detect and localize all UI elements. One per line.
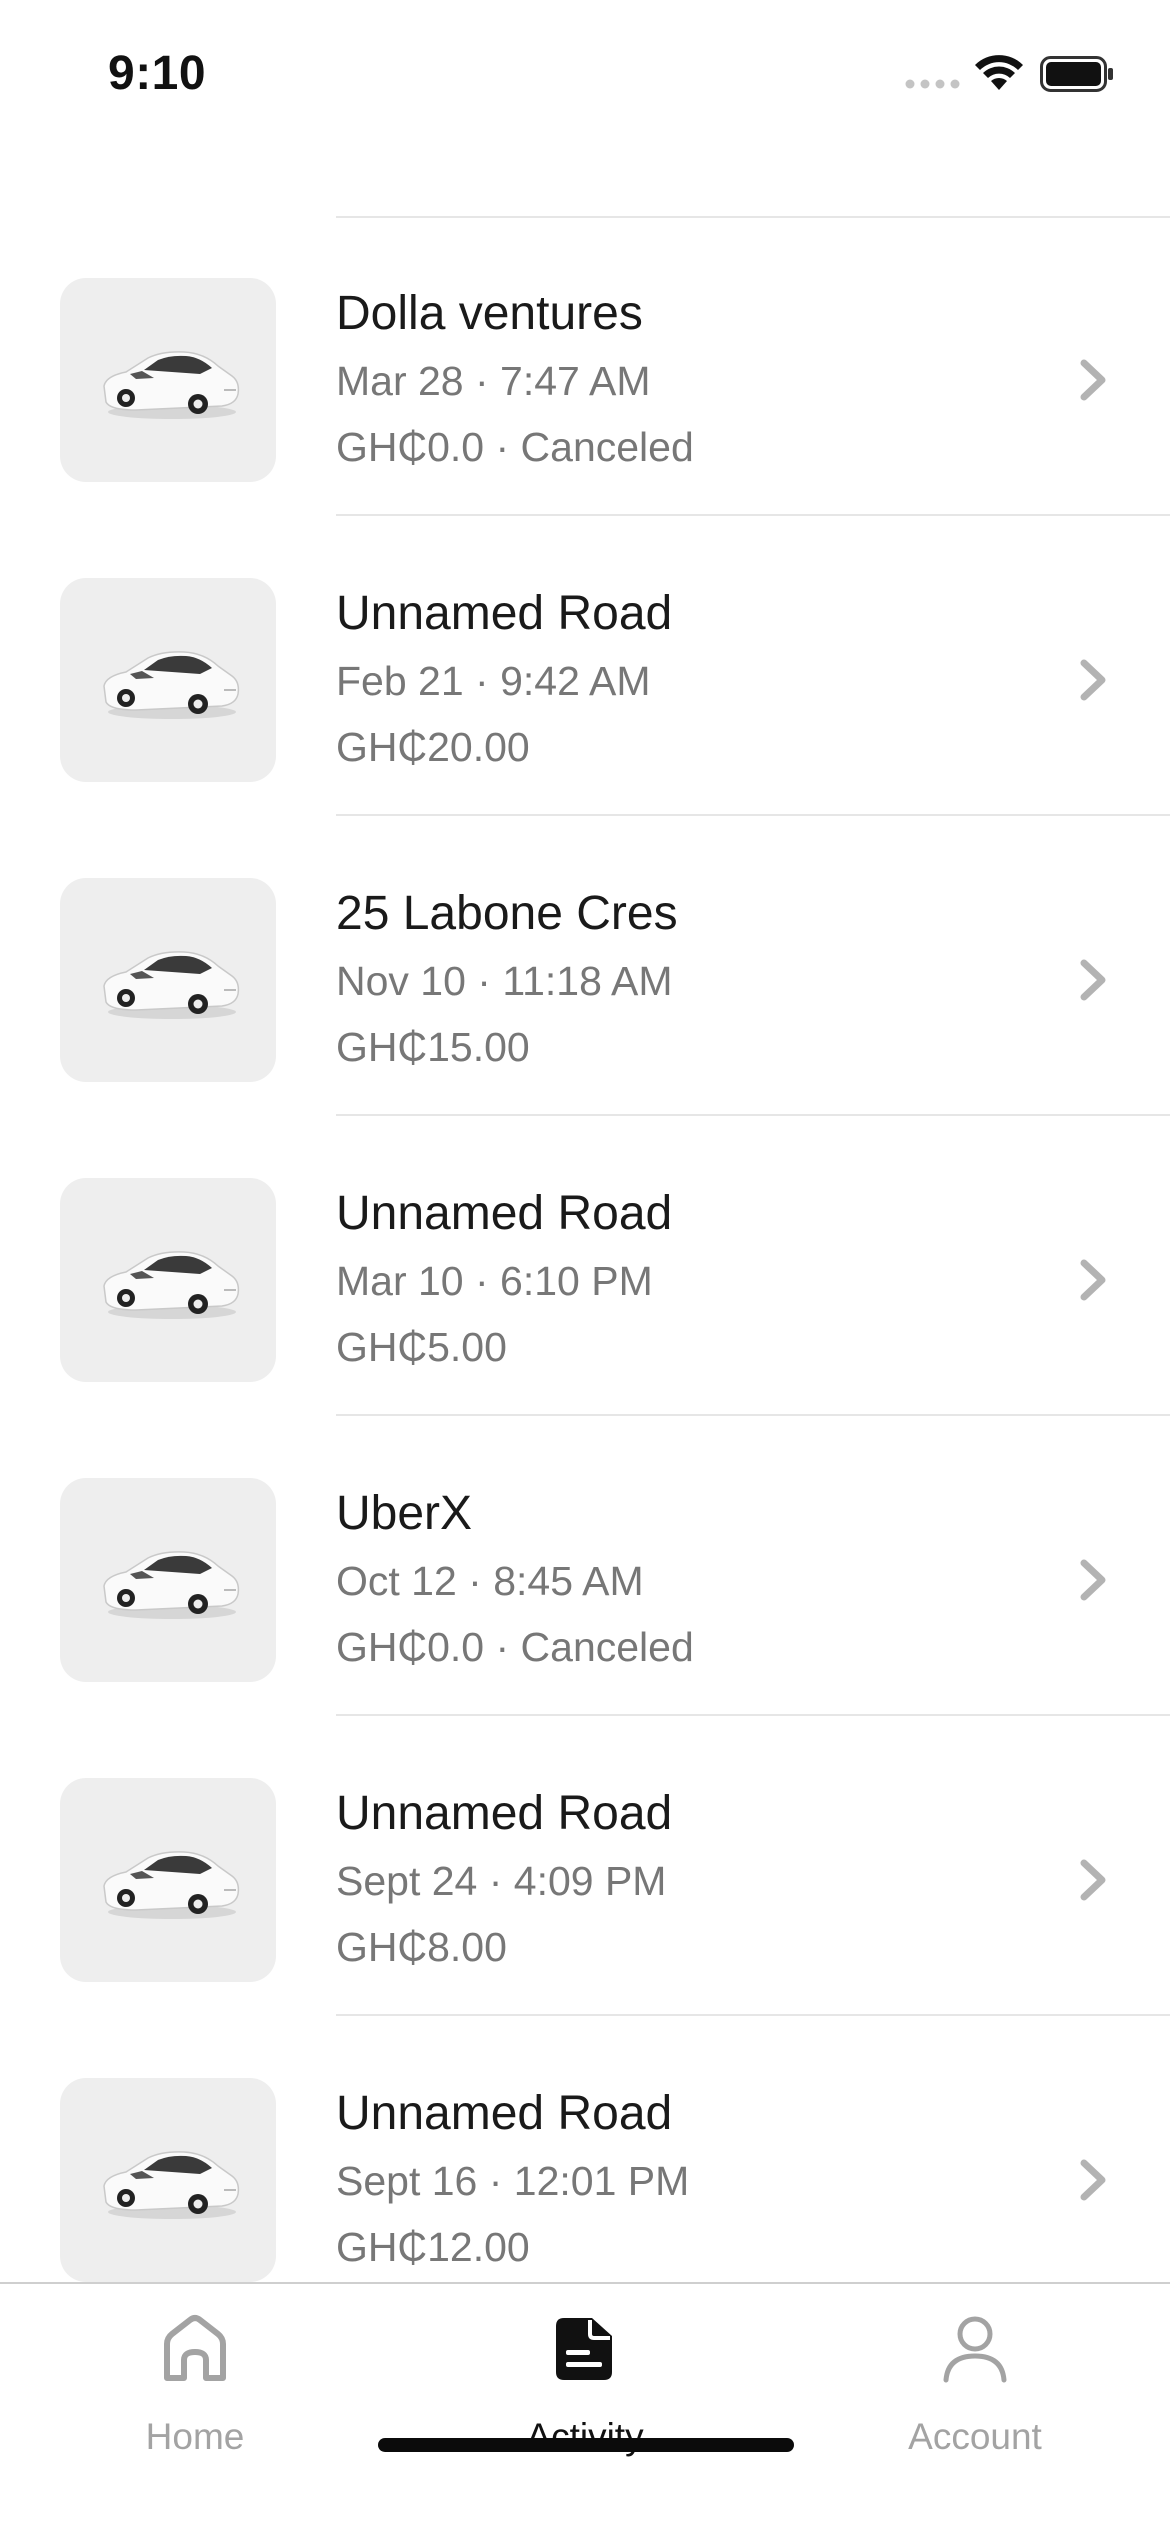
trip-thumbnail (60, 1178, 276, 1382)
account-icon (943, 2316, 1007, 2383)
trip-thumbnail (60, 1778, 276, 1982)
home-indicator[interactable] (378, 2438, 794, 2452)
trip-thumbnail (60, 878, 276, 1082)
chevron-right-icon (1080, 659, 1106, 701)
chevron-right-icon (1080, 1259, 1106, 1301)
trip-fare: GH₵0.0 · Canceled (336, 424, 694, 470)
trip-thumbnail (60, 278, 276, 482)
trip-row[interactable]: 25 Labone Cres Nov 10 · 11:18 AM GH₵15.0… (0, 816, 1170, 1116)
trip-fare: GH₵0.0 · Canceled (336, 1624, 694, 1670)
wifi-icon (975, 55, 1023, 90)
trip-list: Dolla ventures Mar 28 · 7:47 AM GH₵0.0 ·… (0, 216, 1170, 2316)
trip-title: Dolla ventures (336, 287, 643, 340)
trip-fare: GH₵20.00 (336, 724, 530, 770)
tab-account[interactable]: Account (780, 2284, 1170, 2484)
trip-title: Unnamed Road (336, 2087, 673, 2140)
car-icon (103, 651, 240, 719)
chevron-right-icon (1080, 1859, 1106, 1901)
tab-activity[interactable]: Activity (390, 2284, 780, 2484)
trip-title: Unnamed Road (336, 1787, 673, 1840)
trip-fare: GH₵12.00 (336, 2224, 530, 2270)
trip-fare: GH₵8.00 (336, 1924, 507, 1970)
trip-title: Unnamed Road (336, 587, 673, 640)
trip-datetime: Oct 12 · 8:45 AM (336, 1558, 644, 1604)
trip-thumbnail (60, 2078, 276, 2282)
chevron-right-icon (1080, 1559, 1106, 1601)
trip-row[interactable]: Dolla ventures Mar 28 · 7:47 AM GH₵0.0 ·… (0, 216, 1170, 516)
trip-row[interactable]: Unnamed Road Mar 10 · 6:10 PM GH₵5.00 (0, 1116, 1170, 1416)
chevron-right-icon (1080, 2159, 1106, 2201)
trip-fare: GH₵15.00 (336, 1024, 530, 1070)
battery-icon (1040, 56, 1113, 92)
status-bar: 9:10 (0, 0, 1170, 150)
cellular-signal-icon (905, 79, 960, 89)
trip-row[interactable]: UberX Oct 12 · 8:45 AM GH₵0.0 · Canceled (0, 1416, 1170, 1716)
car-icon (103, 2151, 240, 2219)
trip-fare: GH₵5.00 (336, 1324, 507, 1370)
trip-row[interactable]: Unnamed Road Sept 24 · 4:09 PM GH₵8.00 (0, 1716, 1170, 2016)
activity-icon (556, 2318, 612, 2380)
car-icon (103, 951, 240, 1019)
chevron-right-icon (1080, 959, 1106, 1001)
car-icon (103, 1851, 240, 1919)
trip-row[interactable]: Unnamed Road Feb 21 · 9:42 AM GH₵20.00 (0, 516, 1170, 816)
trip-title: 25 Labone Cres (336, 887, 678, 940)
car-icon (103, 351, 240, 419)
tab-label: Home (145, 2416, 245, 2457)
trip-thumbnail (60, 1478, 276, 1682)
trip-title: Unnamed Road (336, 1187, 673, 1240)
trip-thumbnail (60, 578, 276, 782)
trip-datetime: Sept 24 · 4:09 PM (336, 1858, 667, 1904)
trip-datetime: Mar 10 · 6:10 PM (336, 1258, 653, 1304)
trip-datetime: Mar 28 · 7:47 AM (336, 358, 651, 404)
status-time: 9:10 (108, 47, 207, 100)
activity-screen: 9:10 Dolla ventures Mar 28 · 7:47 AM GH₵… (0, 0, 1170, 2532)
tab-label: Account (908, 2416, 1042, 2457)
tab-home[interactable]: Home (0, 2284, 390, 2484)
car-icon (103, 1251, 240, 1319)
trip-row[interactable]: Unnamed Road Sept 16 · 12:01 PM GH₵12.00 (0, 2016, 1170, 2316)
car-icon (103, 1551, 240, 1619)
trip-title: UberX (336, 1487, 473, 1540)
trip-datetime: Nov 10 · 11:18 AM (336, 958, 673, 1004)
tab-bar: Home Activity Account (0, 2282, 1170, 2532)
trip-datetime: Sept 16 · 12:01 PM (336, 2158, 690, 2204)
chevron-right-icon (1080, 359, 1106, 401)
trip-datetime: Feb 21 · 9:42 AM (336, 658, 651, 704)
home-icon (164, 2315, 226, 2381)
